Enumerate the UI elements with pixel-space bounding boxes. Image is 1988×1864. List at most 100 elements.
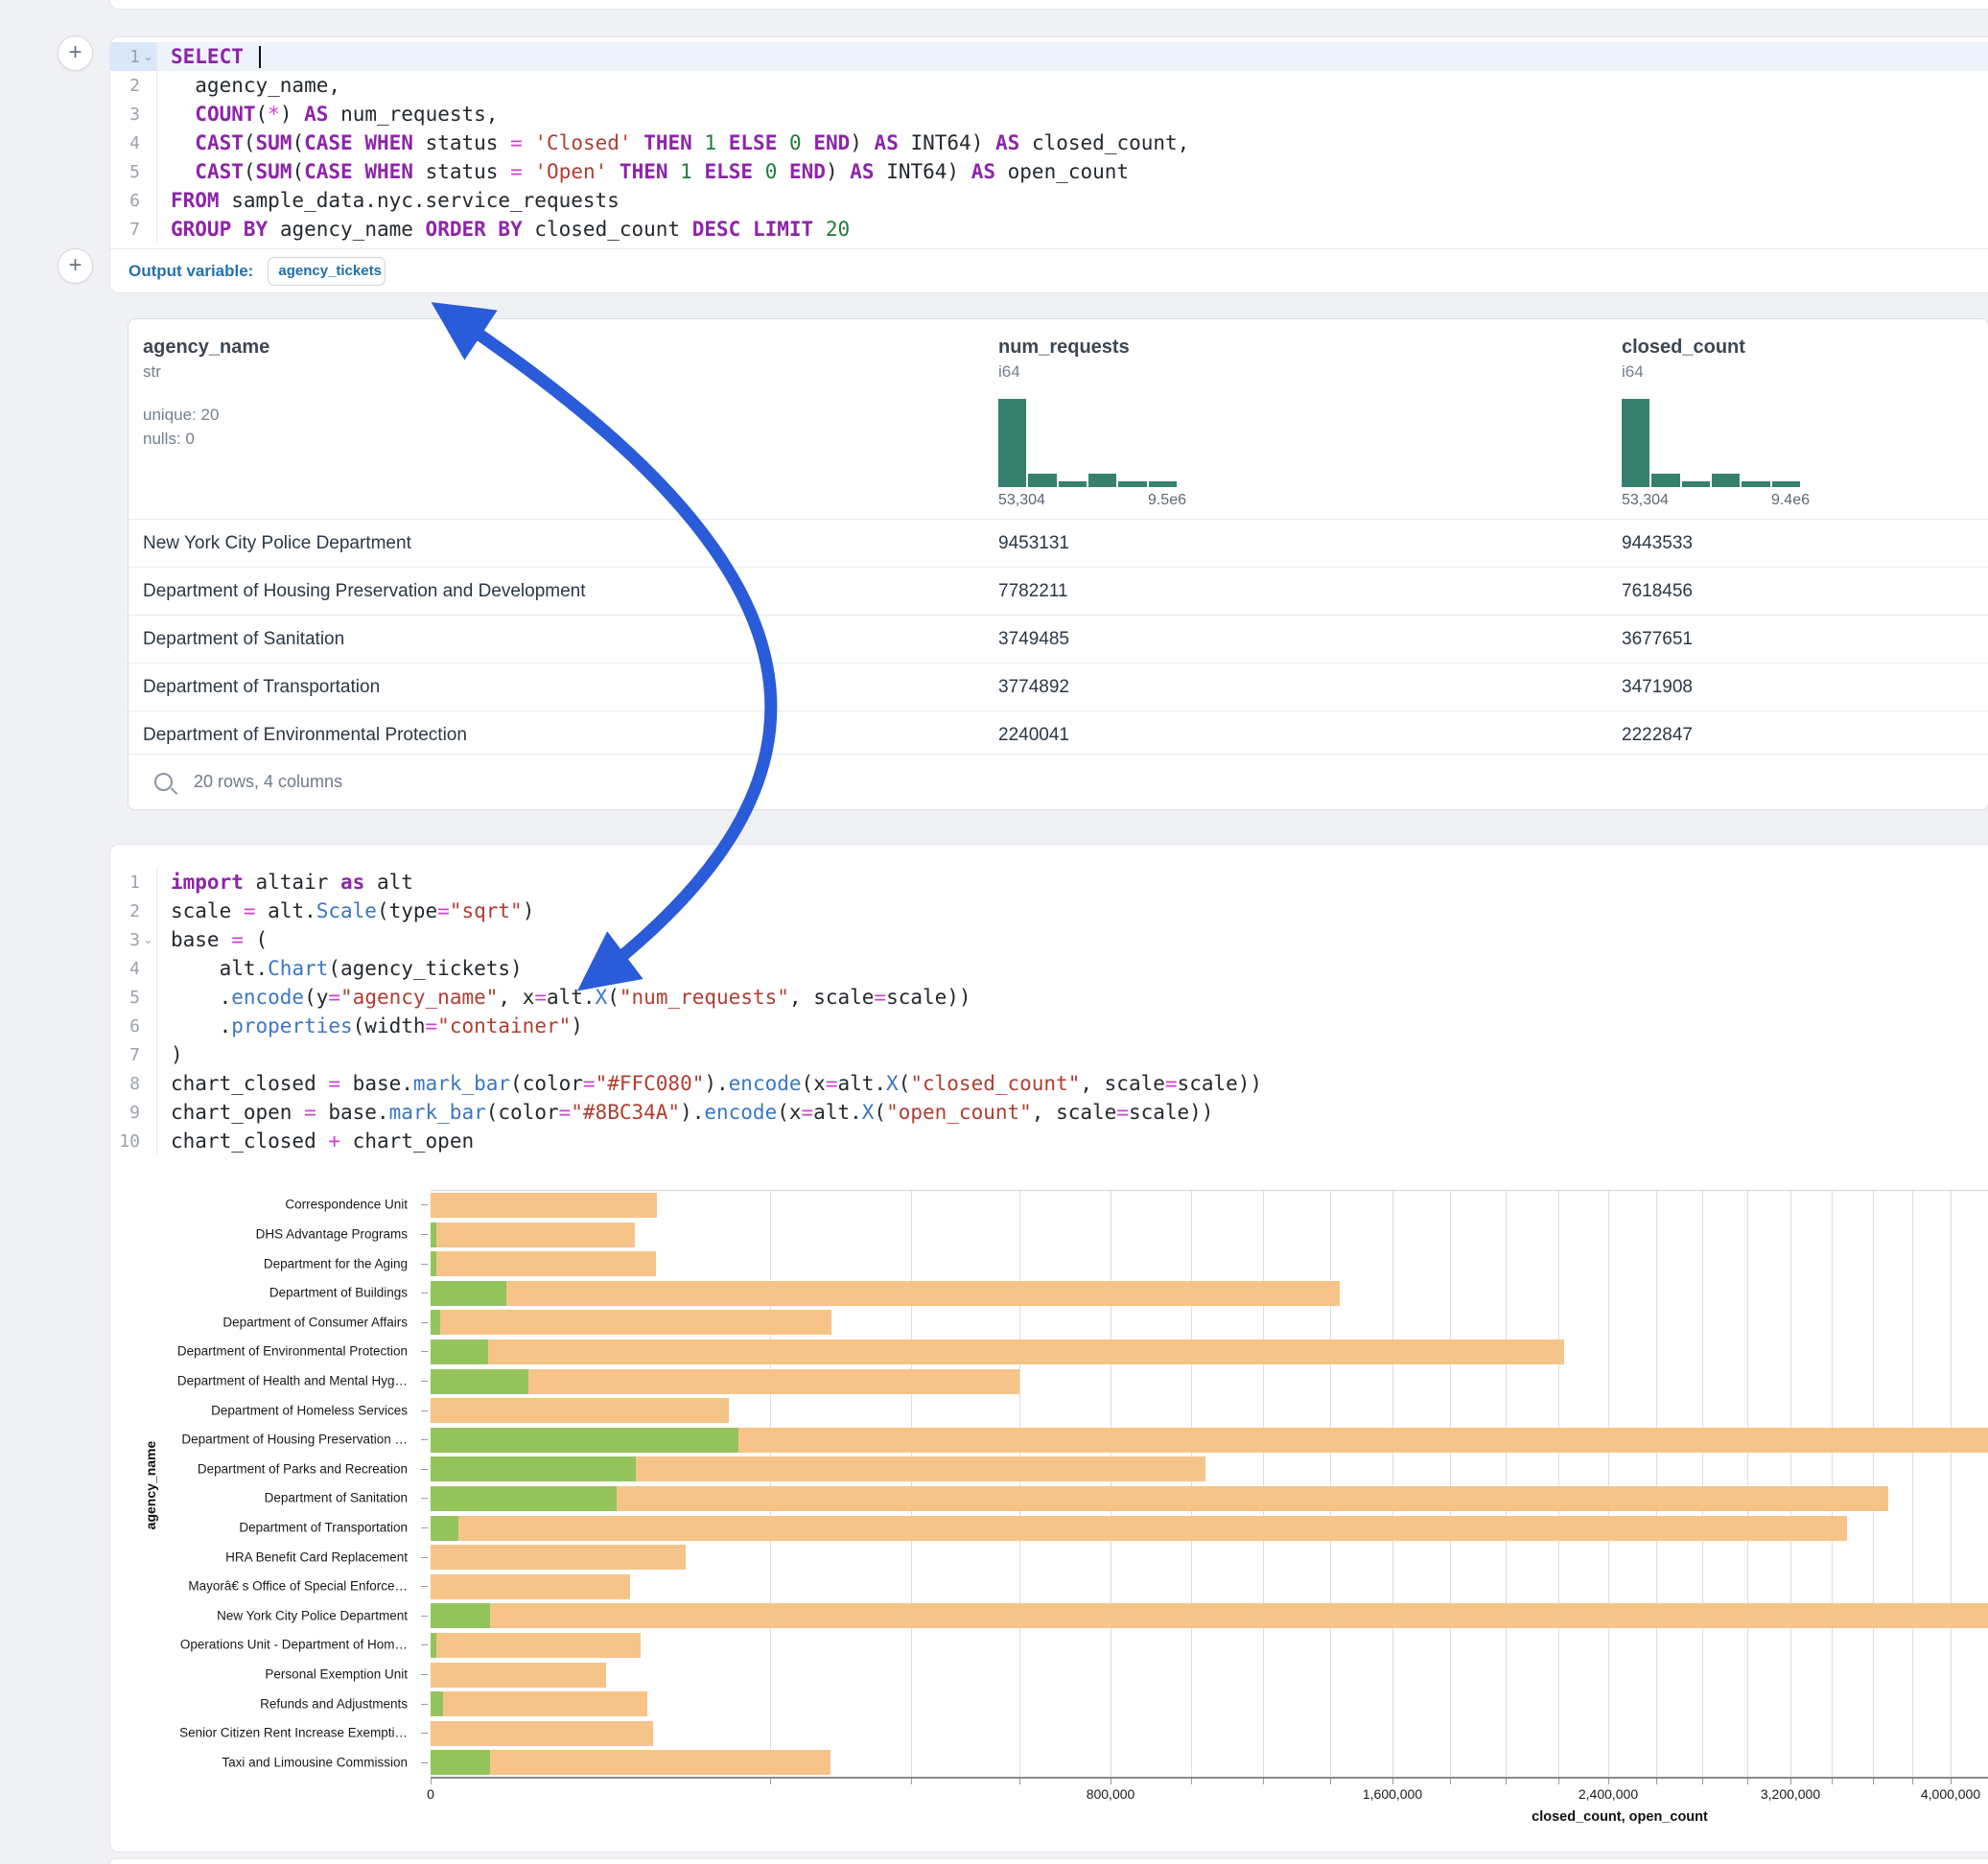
- token-txt: closed_count: [523, 218, 692, 241]
- bar-open-count[interactable]: [431, 1516, 458, 1541]
- line-gutter: 9: [110, 1098, 156, 1127]
- chart-bar-row: [431, 1338, 1988, 1367]
- chart-y-tick: [421, 1644, 428, 1645]
- histogram-bin: [1059, 481, 1087, 487]
- bar-closed-count[interactable]: [431, 1603, 1988, 1628]
- line-number: 4: [129, 959, 140, 979]
- code-line[interactable]: 9chart_open = base.mark_bar(color="#8BC3…: [110, 1098, 1988, 1127]
- column-header-num_requests[interactable]: num_requestsi64: [998, 337, 1130, 382]
- token-kw: AS: [304, 103, 328, 126]
- code-line[interactable]: 10chart_closed + chart_open: [110, 1127, 1988, 1155]
- code-line[interactable]: 6 .properties(width="container"): [110, 1012, 1988, 1040]
- line-gutter: 10: [110, 1127, 156, 1155]
- token-txt: .: [171, 986, 231, 1009]
- code-line[interactable]: 4 CAST(SUM(CASE WHEN status = 'Closed' T…: [110, 128, 1988, 157]
- bar-open-count[interactable]: [431, 1369, 528, 1394]
- code-line[interactable]: 6FROM sample_data.nyc.service_requests: [110, 186, 1988, 215]
- token-txt: [231, 218, 244, 241]
- bar-open-count[interactable]: [431, 1750, 490, 1775]
- line-gutter: 1: [110, 868, 156, 897]
- code-line[interactable]: 1⌄SELECT: [110, 42, 1988, 71]
- code-line[interactable]: 3⌄base = (: [110, 925, 1988, 954]
- bar-closed-count[interactable]: [431, 1193, 657, 1218]
- bar-closed-count[interactable]: [431, 1310, 831, 1335]
- token-str: "closed_count": [910, 1072, 1080, 1095]
- column-header-agency_name[interactable]: agency_namestrunique: 20nulls: 0: [143, 337, 269, 451]
- table-row[interactable]: Department of Transportation377489234719…: [129, 663, 1988, 711]
- token-txt: alt.: [171, 957, 268, 980]
- token-op: =: [304, 1101, 316, 1124]
- bar-closed-count[interactable]: [431, 1691, 647, 1716]
- chart-y-label: Correspondence Unit: [285, 1198, 408, 1212]
- bar-open-count[interactable]: [431, 1456, 636, 1481]
- add-cell-button-top[interactable]: +: [58, 35, 93, 71]
- code-line[interactable]: 7GROUP BY agency_name ORDER BY closed_co…: [110, 215, 1988, 244]
- code-line[interactable]: 4 alt.Chart(agency_tickets): [110, 954, 1988, 983]
- bar-open-count[interactable]: [431, 1633, 436, 1658]
- code-line[interactable]: 8chart_closed = base.mark_bar(color="#FF…: [110, 1069, 1988, 1098]
- code-line[interactable]: 5 CAST(SUM(CASE WHEN status = 'Open' THE…: [110, 157, 1988, 186]
- code-text: CAST(SUM(CASE WHEN status = 'Open' THEN …: [156, 157, 1988, 186]
- collapse-chevron-icon[interactable]: ⌄: [140, 933, 156, 946]
- token-kw: WHEN: [364, 131, 413, 154]
- code-text: COUNT(*) AS num_requests,: [156, 100, 1988, 128]
- bar-closed-count[interactable]: [431, 1663, 606, 1688]
- table-row[interactable]: Department of Housing Preservation and D…: [129, 567, 1988, 615]
- bar-open-count[interactable]: [431, 1340, 488, 1364]
- line-number: 2: [129, 76, 140, 96]
- table-row[interactable]: Department of Environmental Protection22…: [129, 711, 1988, 758]
- bar-open-count[interactable]: [431, 1281, 506, 1306]
- token-fn: mark_bar: [413, 1072, 510, 1095]
- chart-bar-row: [431, 1748, 1988, 1778]
- bar-open-count[interactable]: [431, 1691, 443, 1716]
- histogram-min-label: 53,304: [998, 492, 1045, 509]
- table-row[interactable]: New York City Police Department945313194…: [129, 519, 1988, 567]
- token-txt: (: [874, 1101, 886, 1124]
- chart-y-tick: [421, 1616, 428, 1617]
- bar-open-count[interactable]: [431, 1428, 738, 1453]
- bar-open-count[interactable]: [431, 1603, 490, 1628]
- code-line[interactable]: 2 agency_name,: [110, 71, 1988, 100]
- bar-closed-count[interactable]: [431, 1398, 729, 1423]
- column-type: i64: [1622, 362, 1745, 382]
- bar-closed-count[interactable]: [431, 1545, 686, 1570]
- code-line[interactable]: 1import altair as alt: [110, 868, 1988, 897]
- column-header-closed_count[interactable]: closed_counti64: [1622, 337, 1745, 382]
- token-txt: INT64): [899, 131, 995, 154]
- sql-code-editor[interactable]: 1⌄SELECT 2 agency_name,3 COUNT(*) AS num…: [110, 42, 1988, 244]
- chart-x-tick: [1656, 1779, 1657, 1784]
- bar-closed-count[interactable]: [431, 1574, 630, 1599]
- search-icon[interactable]: [154, 773, 173, 791]
- bar-closed-count[interactable]: [431, 1721, 653, 1746]
- token-op: =: [1116, 1101, 1129, 1124]
- table-row[interactable]: Department of Sanitation37494853677651: [129, 615, 1988, 663]
- code-line[interactable]: 3 COUNT(*) AS num_requests,: [110, 100, 1988, 128]
- bar-closed-count[interactable]: [431, 1340, 1564, 1364]
- code-line[interactable]: 7): [110, 1040, 1988, 1069]
- dataframe-preview: agency_namestrunique: 20nulls: 0 num_requ…: [128, 318, 1988, 810]
- code-line[interactable]: 5 .encode(y="agency_name", x=alt.X("num_…: [110, 983, 1988, 1012]
- token-kw: ELSE: [704, 160, 753, 183]
- token-op: =: [1165, 1072, 1178, 1095]
- bar-closed-count[interactable]: [431, 1223, 635, 1247]
- output-variable-pill[interactable]: agency_tickets: [268, 257, 386, 286]
- chart-bar-row: [431, 1426, 1988, 1456]
- python-code-editor[interactable]: 1import altair as alt2scale = alt.Scale(…: [110, 868, 1988, 1155]
- bar-open-count[interactable]: [431, 1310, 440, 1335]
- bar-closed-count[interactable]: [431, 1486, 1888, 1511]
- add-cell-button-output[interactable]: +: [58, 248, 93, 284]
- chart-y-tick: [421, 1204, 428, 1205]
- bar-closed-count[interactable]: [431, 1281, 1340, 1306]
- chart-bar-row: [431, 1221, 1988, 1250]
- bar-closed-count[interactable]: [431, 1516, 1847, 1541]
- chart-y-tick: [421, 1439, 428, 1440]
- bar-closed-count[interactable]: [431, 1251, 656, 1276]
- bar-closed-count[interactable]: [431, 1633, 641, 1658]
- bar-open-count[interactable]: [431, 1223, 436, 1247]
- bar-open-count[interactable]: [431, 1251, 436, 1276]
- bar-closed-count[interactable]: [431, 1750, 830, 1775]
- bar-open-count[interactable]: [431, 1486, 617, 1511]
- output-variable-name: agency_tickets: [278, 263, 382, 279]
- collapse-chevron-icon[interactable]: ⌄: [140, 50, 156, 63]
- code-line[interactable]: 2scale = alt.Scale(type="sqrt"): [110, 897, 1988, 925]
